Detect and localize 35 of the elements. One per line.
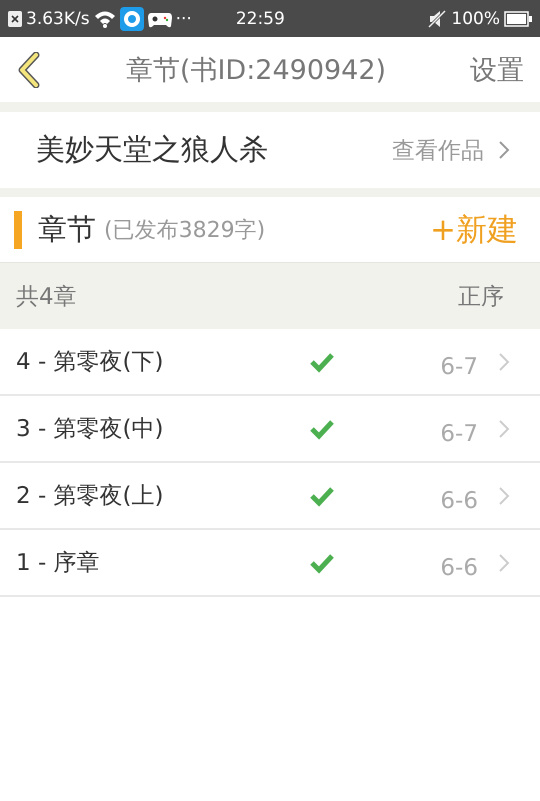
chapter-row[interactable]: 4 - 第零夜(下) 6-7	[0, 329, 540, 396]
chevron-right-icon	[498, 418, 510, 438]
chevron-right-icon	[498, 140, 510, 160]
chapter-date: 6-7	[440, 354, 478, 380]
battery-percent: 100%	[451, 8, 500, 28]
app-icon	[120, 6, 144, 30]
chapter-row[interactable]: 1 - 序章 6-6	[0, 530, 540, 597]
section-accent-bar	[14, 210, 22, 248]
chapter-date: 6-7	[440, 420, 478, 446]
mute-icon	[427, 8, 448, 28]
chevron-right-icon	[498, 352, 510, 372]
settings-button[interactable]: 设置	[470, 52, 524, 88]
chapter-title: 3 - 第零夜(中)	[16, 415, 165, 444]
back-icon[interactable]	[16, 52, 42, 88]
chapter-title: 2 - 第零夜(上)	[16, 482, 165, 511]
chevron-right-icon	[498, 486, 510, 506]
chevron-right-icon	[498, 552, 510, 572]
page-title: 章节(书ID:2490942)	[124, 54, 388, 88]
chapter-date: 6-6	[440, 554, 478, 580]
chapter-title: 4 - 第零夜(下)	[16, 348, 165, 377]
sort-button[interactable]: 正序	[458, 280, 504, 312]
chapter-title: 1 - 序章	[16, 549, 101, 578]
more-indicator: ···	[176, 8, 192, 28]
battery-icon	[504, 10, 532, 26]
chapter-row[interactable]: 3 - 第零夜(中) 6-7	[0, 396, 540, 463]
clock-time: 22:59	[236, 8, 285, 28]
book-title: 美妙天堂之狼人杀	[36, 131, 269, 168]
chapter-row[interactable]: 2 - 第零夜(上) 6-6	[0, 463, 540, 530]
notification-close-icon	[8, 10, 22, 26]
chapter-count: 共4章	[16, 282, 77, 312]
network-speed: 3.63K/s	[26, 8, 90, 28]
chapter-date: 6-6	[440, 488, 478, 514]
section-title: 章节	[38, 210, 96, 248]
wifi-icon	[94, 10, 116, 28]
word-count: (已发布3829字)	[104, 216, 266, 244]
